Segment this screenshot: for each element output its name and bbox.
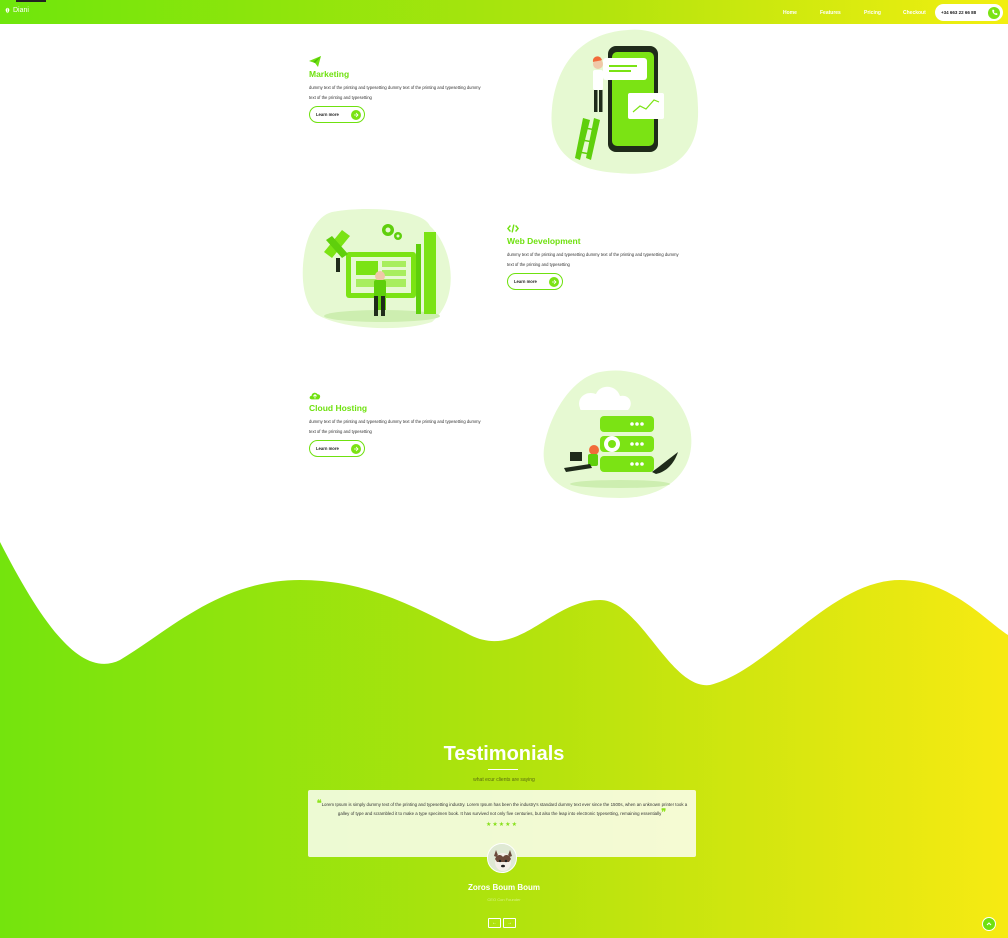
testimonial-author-role: CEO Con Founder: [487, 897, 521, 902]
close-quote-icon: ❞: [661, 807, 667, 817]
feature-cloud-hosting: Cloud Hosting dummy text of the printing…: [309, 390, 484, 457]
feature-description: dummy text of the printing and typesetti…: [309, 419, 481, 434]
carousel-prev-button[interactable]: ←: [488, 918, 501, 928]
title-divider: [488, 769, 518, 770]
nav-pricing[interactable]: Pricing: [864, 10, 881, 16]
paper-plane-icon: [309, 56, 321, 67]
arrow-right-icon: [549, 276, 559, 287]
feature-description: dummy text of the printing and typesetti…: [309, 85, 481, 100]
header-top-line: [16, 0, 46, 2]
feature-title: Web Development: [507, 236, 581, 246]
testimonials-subtitle: what ecur clients are saying: [473, 777, 535, 783]
phone-number: +34 663 22 66 88: [941, 10, 977, 15]
avatar: [487, 843, 517, 873]
testimonials-wave-background: [0, 542, 1008, 938]
feature-marketing: Marketing dummy text of the printing and…: [309, 56, 484, 123]
testimonials-title: Testimonials: [443, 743, 565, 765]
nav-home[interactable]: Home: [783, 10, 797, 16]
learn-more-label: Learn more: [514, 279, 537, 284]
landing-page: Diani Home Features Pricing Checkout +34…: [0, 0, 1008, 938]
carousel-next-button[interactable]: →: [503, 918, 516, 928]
code-icon: [507, 224, 519, 233]
marketing-illustration: [551, 29, 699, 174]
phone-button[interactable]: +34 663 22 66 88: [935, 4, 1003, 21]
cloud-hosting-illustration: [543, 370, 692, 498]
scroll-to-top-button[interactable]: [982, 917, 996, 931]
cloud-upload-icon: [309, 392, 321, 400]
nav-features[interactable]: Features: [820, 10, 841, 16]
testimonial-quote: Lorem Ipsum is simply dummy text of the …: [321, 802, 688, 816]
nav-checkout[interactable]: Checkout: [903, 10, 926, 16]
arrow-left-icon: ←: [492, 920, 497, 926]
feature-description: dummy text of the printing and typesetti…: [507, 252, 679, 267]
arrow-right-icon: →: [507, 920, 512, 926]
feature-title: Cloud Hosting: [309, 403, 368, 413]
feature-web-development: Web Development dummy text of the printi…: [507, 223, 682, 290]
feature-title: Marketing: [309, 69, 350, 79]
arrow-right-icon: [351, 443, 361, 454]
learn-more-label: Learn more: [316, 446, 339, 451]
main-nav: Home Features Pricing Checkout: [0, 10, 1008, 18]
learn-more-button[interactable]: Learn more: [309, 440, 365, 457]
testimonial-author-name: Zoros Boum Boum: [468, 883, 540, 892]
learn-more-label: Learn more: [316, 112, 339, 117]
header-bar: Diani Home Features Pricing Checkout +34…: [0, 0, 1008, 24]
arrow-right-icon: [351, 109, 361, 120]
web-development-illustration: [302, 208, 451, 329]
learn-more-button[interactable]: Learn more: [507, 273, 563, 290]
learn-more-button[interactable]: Learn more: [309, 106, 365, 123]
phone-icon: [988, 6, 1000, 19]
rating-stars: ★★★★★: [486, 822, 518, 828]
chevron-up-icon: [986, 922, 992, 926]
